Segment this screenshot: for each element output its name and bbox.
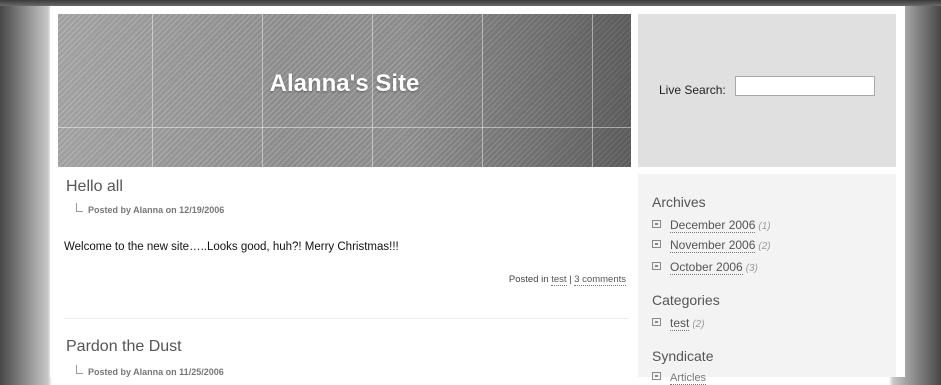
post-meta-text: Posted by Alanna on 12/19/2006 [88,205,225,215]
banner-grid-line [58,127,631,128]
archive-link[interactable]: December 2006 [670,218,756,233]
meta-branch-icon [76,203,83,212]
bullet-icon [652,240,661,248]
archive-item: October 2006 (3) [652,260,758,275]
search-label: Live Search: [659,83,726,97]
archive-count: (3) [745,263,758,274]
categories-heading: Categories [652,292,720,308]
archive-item: November 2006 (2) [652,238,771,253]
comments-link[interactable]: 3 comments [574,274,626,286]
post-title[interactable]: Pardon the Dust [66,338,182,356]
post-title[interactable]: Hello all [66,178,123,196]
header-banner: Alanna's Site [58,14,631,167]
post-divider [64,318,628,319]
archive-link[interactable]: October 2006 [670,260,743,275]
site-title[interactable]: Alanna's Site [58,70,631,98]
archive-item: December 2006 (1) [652,218,771,233]
category-count: (2) [692,319,705,330]
category-link[interactable]: test [551,274,567,286]
bullet-icon [652,262,661,270]
archive-count: (2) [758,241,771,252]
syndicate-item: Articles [652,370,707,385]
bullet-icon [652,220,661,228]
syndicate-heading: Syndicate [652,348,714,364]
bullet-icon [652,372,661,380]
footer-separator: | [569,274,572,285]
post-footer: Posted in test | 3 comments [508,274,626,286]
post-body: Welcome to the new site…..Looks good, hu… [64,241,399,253]
post-footer-prefix: Posted in [508,274,549,285]
sidebar: Archives December 2006 (1) November 2006(… [638,174,896,385]
category-sidebar-link[interactable]: test [670,316,690,331]
meta-branch-icon [76,365,83,374]
search-input[interactable] [735,76,875,96]
post-meta-text: Posted by Alanna on 11/25/2006 [88,367,224,377]
archive-link[interactable]: November 2006 [670,238,756,253]
archives-heading: Archives [652,194,706,210]
category-item: test (2) [652,316,705,331]
page-container: Alanna's Site Live Search: Hello all Pos… [50,6,905,385]
syndicate-link[interactable]: Articles [670,372,707,385]
archive-count: (1) [758,221,771,232]
bullet-icon [652,318,661,326]
post-meta: Posted by Alanna on 12/19/2006 [76,203,224,215]
post-meta: Posted by Alanna on 11/25/2006 [76,365,224,377]
search-panel: Live Search: [638,14,896,167]
